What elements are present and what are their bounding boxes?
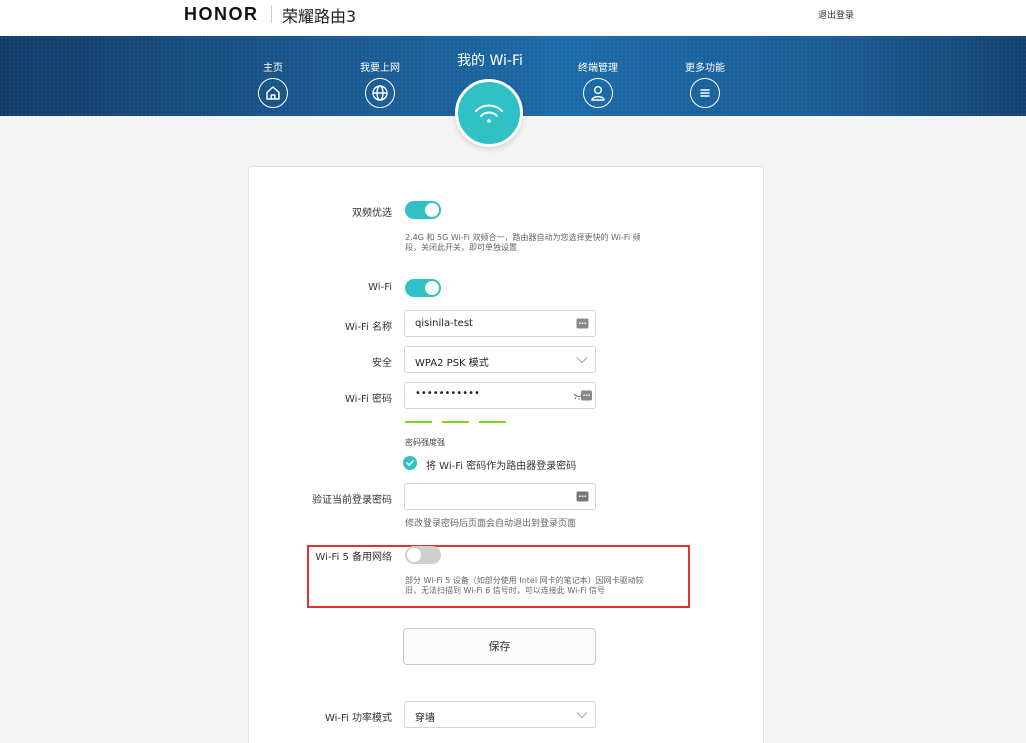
dual-band-hint: 2.4G 和 5G Wi-Fi 双频合一，路由器自动为您选择更快的 Wi-Fi … [405, 233, 641, 253]
verify-login-input[interactable] [404, 483, 596, 510]
dual-band-hint-line: 段，关闭此开关，即可单独设置 [405, 243, 517, 252]
toggle-knob [407, 548, 421, 562]
power-mode-label: Wi-Fi 功率模式 [324, 713, 392, 724]
security-select[interactable]: WPA2 PSK 模式 [404, 346, 596, 373]
dual-band-hint-line: 2.4G 和 5G Wi-Fi 双频合一，路由器自动为您选择更快的 Wi-Fi … [405, 233, 641, 242]
power-mode-value: 穿墙 [415, 713, 435, 724]
wifi-password-input[interactable]: ••••••••••• [404, 382, 596, 409]
wifi-name-input[interactable]: qisinila-test [404, 310, 596, 337]
nav-item-label: 我要上网 [360, 63, 400, 74]
wifi-name-value: qisinila-test [415, 318, 473, 329]
wifi5-backup-label: Wi-Fi 5 备用网络 [315, 552, 392, 563]
toggle-knob [425, 203, 439, 217]
password-strength-label: 密码强度强 [405, 438, 445, 447]
user-icon [583, 78, 613, 108]
nav-item-label: 更多功能 [685, 63, 725, 74]
password-strength-bar [405, 421, 432, 423]
use-as-login-checkbox[interactable] [403, 456, 417, 470]
nav-item-devices[interactable]: 终端管理 [563, 62, 633, 108]
wifi-name-label: Wi-Fi 名称 [344, 322, 392, 333]
keyboard-icon[interactable] [576, 491, 589, 502]
brand-logo: HONOR [184, 4, 259, 24]
wifi5-backup-toggle[interactable] [405, 546, 441, 564]
keyboard-icon[interactable] [576, 318, 589, 329]
wifi5-backup-hint-line: 旧，无法扫描到 Wi-Fi 6 信号时，可以连接此 Wi-Fi 信号 [405, 586, 605, 595]
globe-icon [365, 78, 395, 108]
wifi-password-value: ••••••••••• [415, 388, 480, 399]
menu-icon [690, 78, 720, 108]
check-icon [406, 460, 414, 466]
dual-band-label: 双频优选 [352, 208, 392, 219]
wifi-icon[interactable] [455, 79, 523, 147]
power-mode-select[interactable]: 穿墙 [404, 701, 596, 728]
use-as-login-label: 将 Wi-Fi 密码作为路由器登录密码 [426, 461, 577, 472]
toggle-knob [425, 281, 439, 295]
eye-hidden-icon[interactable] [573, 390, 593, 401]
nav-item-more[interactable]: 更多功能 [670, 62, 740, 108]
product-name: 荣耀路由3 [282, 7, 357, 26]
top-bar: HONOR 荣耀路由3 退出登录 [0, 0, 1026, 36]
brand-divider [271, 5, 272, 23]
security-label: 安全 [372, 358, 392, 369]
nav-item-internet[interactable]: 我要上网 [345, 62, 415, 108]
save-button[interactable]: 保存 [403, 628, 596, 665]
chevron-down-icon [576, 357, 588, 364]
wifi-label: Wi-Fi [368, 282, 392, 293]
password-strength-bar [479, 421, 506, 423]
chevron-down-icon [576, 712, 588, 719]
nav-item-label: 终端管理 [578, 63, 618, 74]
password-strength-bar [442, 421, 469, 423]
home-icon [258, 78, 288, 108]
nav-item-home[interactable]: 主页 [238, 62, 308, 108]
security-value: WPA2 PSK 模式 [415, 358, 489, 369]
wifi5-backup-hint: 部分 Wi-Fi 5 设备（如部分使用 Intel 网卡的笔记本）因网卡驱动较 … [405, 576, 644, 596]
wifi-toggle[interactable] [405, 279, 441, 297]
logout-link[interactable]: 退出登录 [818, 8, 854, 21]
wifi5-backup-hint-line: 部分 Wi-Fi 5 设备（如部分使用 Intel 网卡的笔记本）因网卡驱动较 [405, 576, 644, 585]
nav-item-label: 主页 [263, 63, 283, 74]
wifi-password-label: Wi-Fi 密码 [344, 394, 392, 405]
nav-item-my-wifi-label[interactable]: 我的 Wi-Fi [440, 50, 540, 70]
dual-band-toggle[interactable] [405, 201, 441, 219]
verify-login-hint: 修改登录密码后页面会自动退出到登录页面 [405, 519, 577, 529]
verify-login-label: 验证当前登录密码 [312, 495, 392, 506]
